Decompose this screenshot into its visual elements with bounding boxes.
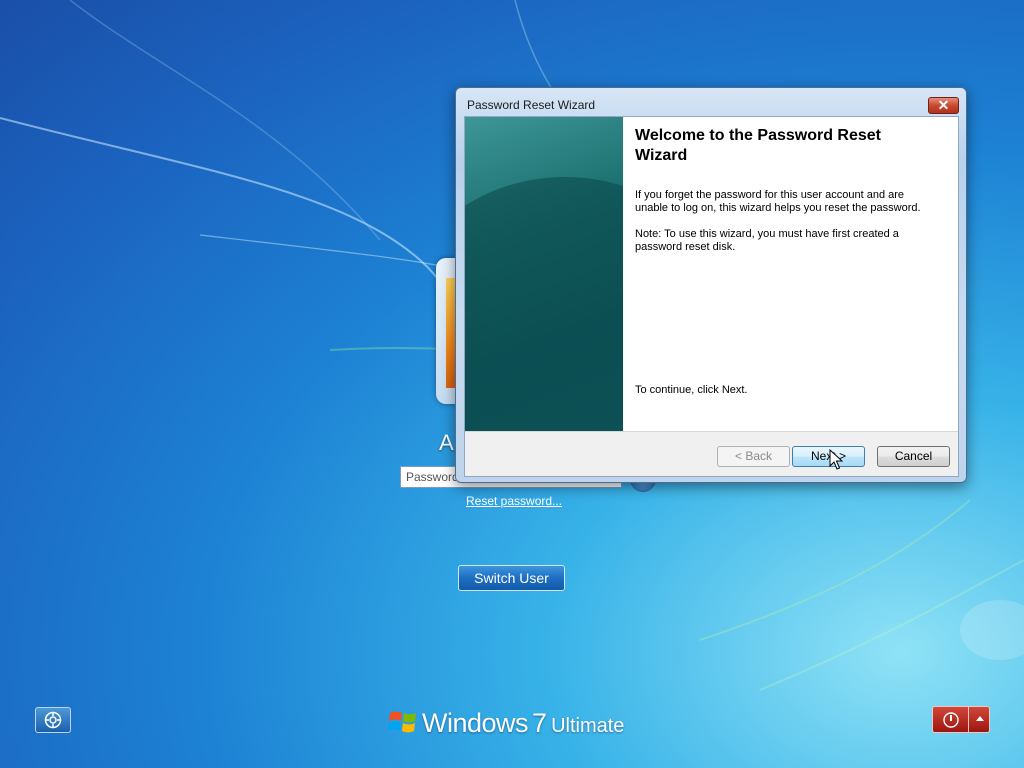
shutdown-button[interactable] xyxy=(933,707,969,732)
wizard-continue-text: To continue, click Next. xyxy=(635,384,748,396)
windows-version: 7 xyxy=(532,708,548,738)
reset-password-link[interactable]: Reset password... xyxy=(466,494,562,508)
user-name: A xyxy=(439,430,454,455)
back-button[interactable]: < Back xyxy=(717,446,790,467)
ease-of-access-icon xyxy=(44,711,62,729)
close-icon: ✕ xyxy=(937,97,950,113)
cancel-button[interactable]: Cancel xyxy=(877,446,950,467)
mouse-cursor-icon xyxy=(829,449,843,470)
wizard-heading: Welcome to the Password Reset Wizard xyxy=(635,127,881,164)
dialog-body: Welcome to the Password Reset Wizard If … xyxy=(464,116,959,477)
wizard-description: If you forget the password for this user… xyxy=(635,189,921,214)
wizard-content: Welcome to the Password Reset Wizard If … xyxy=(623,117,958,431)
dialog-title: Password Reset Wizard xyxy=(467,98,596,112)
switch-user-button[interactable]: Switch User xyxy=(458,565,565,591)
password-reset-wizard-dialog: Password Reset Wizard ✕ Welcome to the P… xyxy=(455,87,967,483)
power-controls xyxy=(932,706,990,733)
close-button[interactable]: ✕ xyxy=(928,97,959,114)
wizard-note: Note: To use this wizard, you must have … xyxy=(635,228,899,253)
button-separator xyxy=(465,431,958,432)
power-icon xyxy=(943,712,959,728)
ease-of-access-button[interactable] xyxy=(35,707,71,733)
shutdown-options-button[interactable] xyxy=(969,707,989,732)
windows-edition: Ultimate xyxy=(551,715,625,737)
wizard-banner-image xyxy=(465,117,623,431)
windows-logo-icon xyxy=(388,711,416,733)
windows-wordmark: Windows xyxy=(422,708,529,738)
windows-branding: Windows 7 Ultimate xyxy=(388,704,624,740)
